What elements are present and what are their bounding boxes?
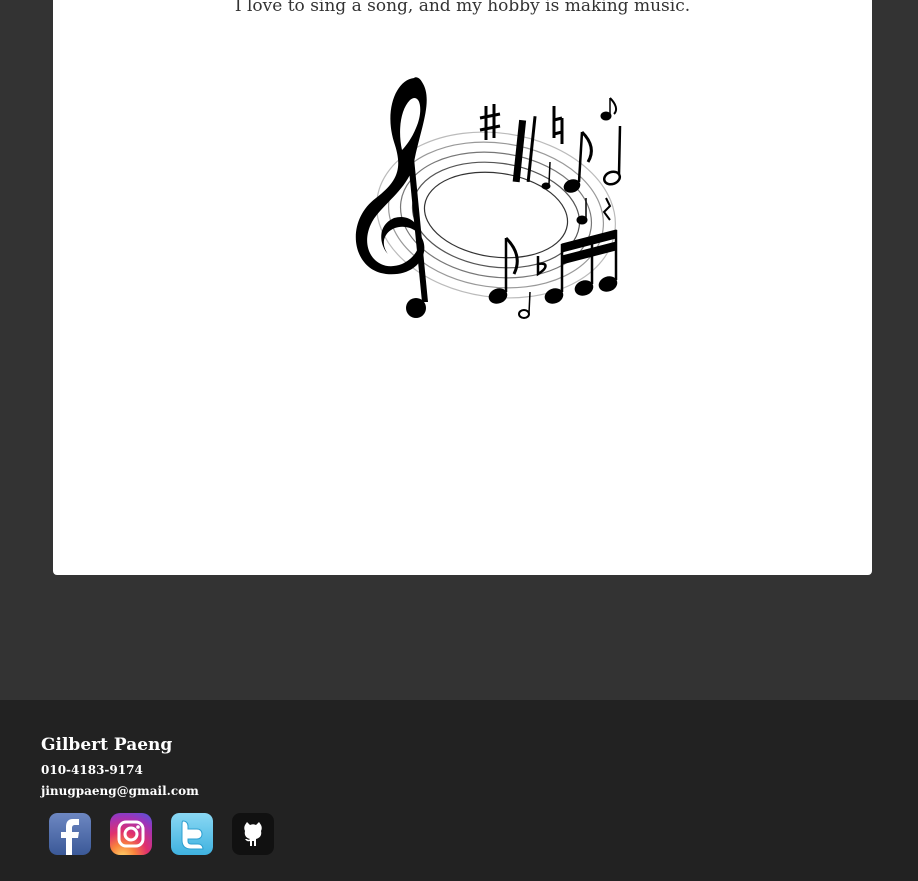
facebook-icon [49, 813, 91, 855]
twitter-link[interactable] [171, 813, 213, 855]
instagram-link[interactable] [110, 813, 152, 855]
instagram-icon [110, 813, 152, 855]
twitter-icon [171, 813, 213, 855]
footer-name: Gilbert Paeng [41, 735, 173, 755]
content-card: I love to sing a song, and my hobby is m… [53, 0, 872, 575]
treble-clef [355, 77, 428, 318]
page: I love to sing a song, and my hobby is m… [0, 0, 918, 881]
intro-text: I love to sing a song, and my hobby is m… [234, 0, 691, 16]
footer-email[interactable]: jinugpaeng@gmail.com [41, 784, 199, 798]
notes [488, 97, 622, 319]
github-link[interactable] [232, 813, 274, 855]
github-icon [232, 813, 274, 855]
facebook-link[interactable] [49, 813, 91, 855]
footer: Gilbert Paeng 010-4183-9174 jinugpaeng@g… [0, 700, 918, 881]
footer-phone: 010-4183-9174 [41, 763, 143, 777]
music-notes-illustration [355, 77, 622, 319]
